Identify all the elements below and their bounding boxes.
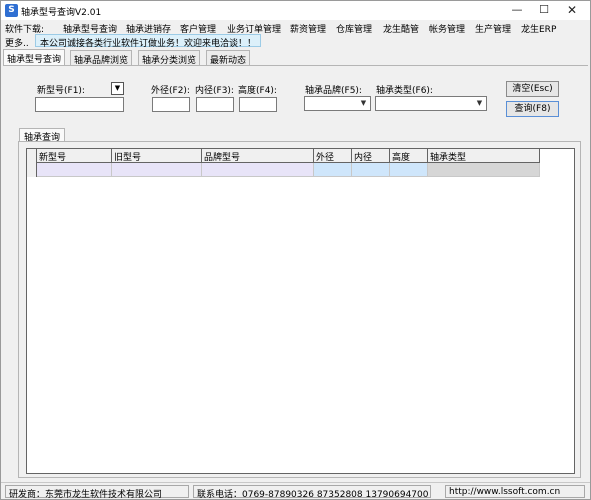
notice-banner: 本公司诚接各类行业软件订做业务！欢迎来电洽谈！！: [35, 34, 262, 49]
app-logo-icon: S: [5, 4, 18, 17]
col-inner-diameter[interactable]: 内径: [352, 149, 390, 163]
cell-new-model[interactable]: [37, 163, 112, 177]
cell-brand-model[interactable]: [202, 163, 314, 177]
developer-info: 研发商：东莞市龙生软件技术有限公司: [5, 485, 189, 500]
new-model-label: 新型号(F1):: [37, 86, 85, 96]
window-title: 轴承型号查询V2.01: [21, 8, 102, 18]
grid-header: 新型号 旧型号 品牌型号 外径 内径 高度 轴承类型: [27, 149, 540, 177]
close-button[interactable]: ✕: [559, 1, 585, 20]
new-model-input[interactable]: [35, 97, 124, 112]
cell-outer-diameter[interactable]: [314, 163, 352, 177]
tab-results[interactable]: 轴承查询: [19, 128, 66, 143]
col-bearing-type[interactable]: 轴承类型: [428, 149, 540, 163]
chevron-down-icon: ▼: [476, 99, 483, 107]
website-link[interactable]: http://www.lssoft.com.cn: [445, 485, 585, 498]
query-button[interactable]: 查询(F8): [506, 101, 559, 117]
tab-bearing-query[interactable]: 轴承型号查询: [3, 49, 66, 65]
download-menu-bar: 软件下载: 轴承型号查询 轴承进销存 客户管理 业务订单管理 薪资管理 仓库管理…: [1, 20, 590, 35]
tab-category-browse[interactable]: 轴承分类浏览: [138, 50, 201, 66]
cell-bearing-type[interactable]: [428, 163, 540, 177]
dropdown-arrow-icon: ▼: [114, 84, 121, 92]
cell-height[interactable]: [390, 163, 428, 177]
col-old-model[interactable]: 旧型号: [112, 149, 202, 163]
tab-brand-browse[interactable]: 轴承品牌浏览: [70, 50, 133, 66]
brand-select[interactable]: ▼: [304, 96, 371, 111]
outer-diameter-input[interactable]: [152, 97, 190, 112]
outer-diameter-label: 外径(F2):: [151, 86, 190, 96]
results-grid[interactable]: 新型号 旧型号 品牌型号 外径 内径 高度 轴承类型: [26, 148, 575, 474]
minimize-button[interactable]: —: [504, 1, 530, 20]
contact-phone: 联系电话：0769-87890326 87352808 13790694700: [193, 485, 431, 500]
cell-inner-diameter[interactable]: [352, 163, 390, 177]
chevron-down-icon: ▼: [360, 99, 367, 107]
type-select[interactable]: ▼: [375, 96, 487, 111]
clear-button[interactable]: 清空(Esc): [506, 81, 559, 97]
col-new-model[interactable]: 新型号: [37, 149, 112, 163]
tab-latest-news[interactable]: 最新动态: [206, 50, 251, 66]
notice-row: 更多.. 本公司诚接各类行业软件订做业务！欢迎来电洽谈！！: [1, 34, 590, 49]
inner-diameter-input[interactable]: [196, 97, 234, 112]
col-brand-model[interactable]: 品牌型号: [202, 149, 314, 163]
app-window: S 轴承型号查询V2.01 — ☐ ✕ 软件下载: 轴承型号查询 轴承进销存 客…: [0, 0, 591, 500]
brand-label: 轴承品牌(F5):: [305, 86, 362, 96]
new-model-dropdown-button[interactable]: ▼: [111, 82, 124, 95]
status-bar: 研发商：东莞市龙生软件技术有限公司 联系电话：0769-87890326 873…: [1, 482, 590, 500]
type-label: 轴承类型(F6):: [376, 86, 433, 96]
inner-diameter-label: 内径(F3):: [195, 86, 234, 96]
col-outer-diameter[interactable]: 外径: [314, 149, 352, 163]
height-label: 高度(F4):: [238, 86, 277, 96]
more-link[interactable]: 更多..: [5, 36, 29, 49]
maximize-button[interactable]: ☐: [531, 1, 557, 20]
table-row[interactable]: [27, 163, 540, 177]
col-height[interactable]: 高度: [390, 149, 428, 163]
cell-old-model[interactable]: [112, 163, 202, 177]
title-bar[interactable]: S 轴承型号查询V2.01 — ☐ ✕: [1, 1, 590, 20]
height-input[interactable]: [239, 97, 277, 112]
